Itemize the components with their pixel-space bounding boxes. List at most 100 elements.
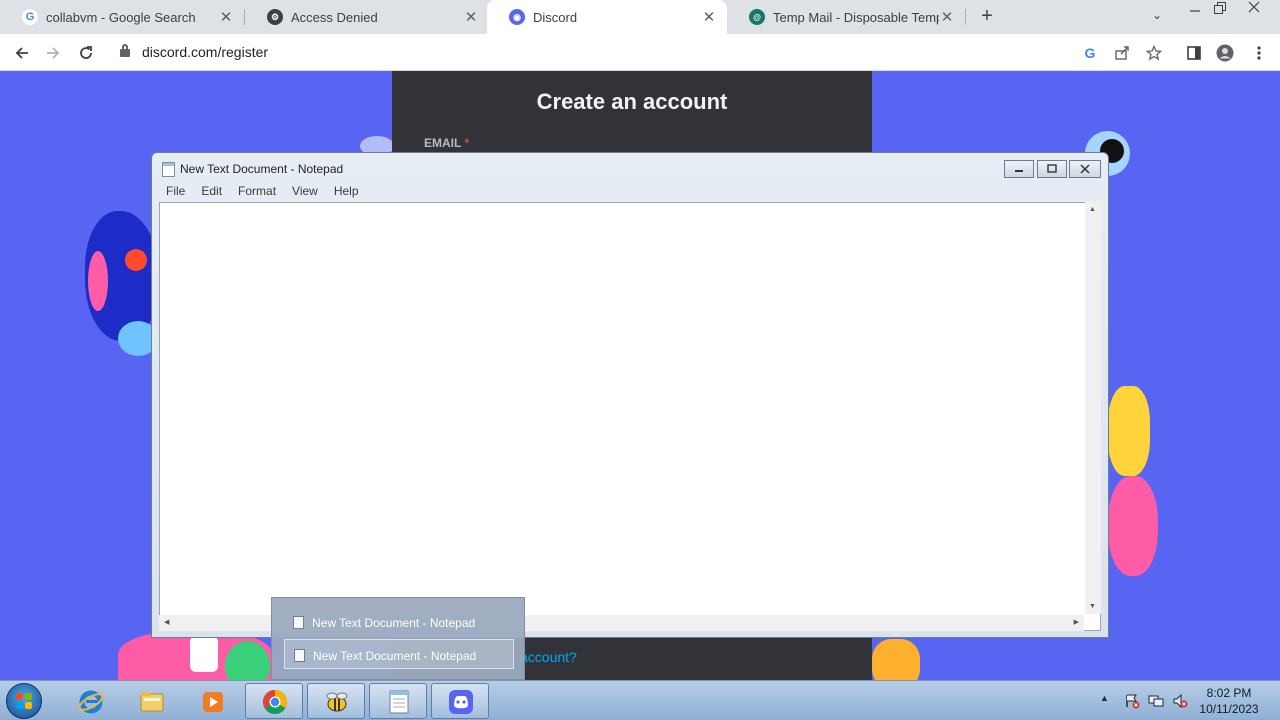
bookmark-star-icon[interactable] [1144, 43, 1164, 63]
menu-file[interactable]: File [158, 182, 193, 202]
close-tab-icon[interactable]: ✕ [218, 8, 234, 26]
close-tab-icon[interactable]: ✕ [939, 8, 955, 26]
clock-time: 8:02 PM [1206, 686, 1252, 700]
notepad-text-area[interactable] [159, 202, 1101, 631]
tab-search-button[interactable]: ⌄ [1152, 8, 1162, 22]
tab-temp-mail[interactable]: @ Temp Mail - Disposable Tempora ✕ [727, 0, 965, 34]
discord-icon: ◉ [509, 9, 525, 25]
maximize-icon [1047, 164, 1057, 173]
tab-discord[interactable]: ◉ Discord ✕ [487, 0, 727, 34]
taskbar-window-list: New Text Document - Notepad New Text Doc… [271, 597, 525, 680]
window-restore-button[interactable] [1209, 1, 1231, 17]
browser-toolbar: discord.com/register G [0, 34, 1280, 71]
chrome-icon [262, 690, 288, 715]
lock-icon[interactable] [120, 44, 130, 57]
discord-icon [449, 690, 473, 714]
taskbar-clock[interactable]: 8:02 PM 10/11/2023 [1190, 685, 1268, 717]
notepad-minimize-button[interactable] [1004, 160, 1034, 178]
clock-date: 10/11/2023 [1199, 702, 1259, 716]
access-denied-icon: ⚙ [267, 9, 283, 25]
notepad-maximize-button[interactable] [1037, 160, 1067, 178]
left-illustration-accent [88, 251, 108, 311]
tab-title: Access Denied [291, 9, 378, 25]
email-label: EMAIL * [424, 136, 469, 150]
reload-button[interactable] [73, 40, 99, 66]
notepad-menu-bar: File Edit Format View Help [158, 182, 367, 202]
tab-title: Temp Mail - Disposable Tempora [773, 9, 939, 25]
notepad-icon [162, 162, 175, 177]
bottom-left-illustration-face [190, 636, 218, 672]
tab-access-denied[interactable]: ⚙ Access Denied ✕ [245, 0, 489, 34]
page-title: Create an account [536, 89, 728, 114]
forward-button[interactable] [40, 40, 66, 66]
tab-collabvm-search[interactable]: G collabvm - Google Search ✕ [0, 0, 244, 34]
taskbar-chrome[interactable] [245, 683, 303, 719]
menu-help[interactable]: Help [326, 182, 367, 202]
notepad-titlebar[interactable]: New Text Document - Notepad [152, 153, 1108, 183]
notepad-title: New Text Document - Notepad [180, 162, 344, 176]
notepad-icon [389, 690, 409, 714]
side-panel-icon[interactable] [1184, 43, 1204, 63]
window-list-label: New Text Document - Notepad [313, 649, 477, 663]
taskbar-file-explorer[interactable] [122, 683, 180, 719]
share-icon[interactable] [1112, 43, 1132, 63]
menu-view[interactable]: View [284, 182, 326, 202]
url-text[interactable]: discord.com/register [142, 44, 268, 60]
required-mark: * [464, 136, 470, 150]
notepad-close-button[interactable] [1069, 160, 1101, 178]
file-explorer-icon [140, 692, 164, 712]
close-tab-icon[interactable]: ✕ [463, 8, 479, 26]
windows-taskbar: ▲ [0, 680, 1280, 720]
notepad-icon [294, 649, 305, 662]
notepad-window: New Text Document - Notepad File Edit Fo… [151, 152, 1109, 638]
menu-icon[interactable] [1249, 43, 1269, 63]
minimize-icon [1015, 170, 1023, 172]
tab-title: collabvm - Google Search [46, 9, 196, 25]
notepad-icon [293, 616, 304, 629]
media-player-icon [203, 692, 223, 712]
google-icon: G [22, 9, 38, 25]
action-center-icon[interactable] [1124, 693, 1140, 712]
address-bar[interactable]: discord.com/register [108, 38, 1172, 67]
network-icon[interactable] [1148, 693, 1164, 712]
temp-mail-icon: @ [749, 9, 765, 25]
volume-muted-icon[interactable] [1172, 693, 1188, 712]
back-arrow-icon [15, 47, 28, 59]
email-label-text: EMAIL [424, 136, 462, 150]
google-lens-icon[interactable]: G [1080, 43, 1100, 63]
window-close-button[interactable] [1243, 1, 1265, 17]
close-icon [1248, 1, 1260, 13]
menu-format[interactable]: Format [230, 182, 284, 202]
login-link[interactable]: account? [520, 649, 577, 665]
window-list-item-selected[interactable]: New Text Document - Notepad [284, 639, 514, 669]
minimize-icon [1190, 10, 1200, 12]
menu-edit[interactable]: Edit [193, 182, 230, 202]
left-illustration-face [125, 249, 147, 271]
right-illustration-pink [1108, 476, 1158, 576]
windows-logo-icon [16, 693, 32, 709]
window-minimize-button[interactable] [1184, 1, 1206, 17]
bottom-right-illustration [872, 639, 920, 680]
show-hidden-icons-button[interactable]: ▲ [1100, 693, 1109, 703]
tab-title: Discord [533, 9, 578, 25]
internet-explorer-icon [78, 690, 104, 714]
taskbar-notepad[interactable] [369, 683, 427, 719]
close-tab-icon[interactable]: ✕ [701, 8, 717, 26]
reload-icon [80, 46, 92, 59]
window-list-label: New Text Document - Notepad [312, 616, 476, 630]
back-button[interactable] [9, 40, 35, 66]
taskbar-internet-explorer[interactable] [61, 683, 119, 719]
taskbar-media-player[interactable] [183, 683, 241, 719]
forward-arrow-icon [47, 47, 60, 59]
new-tab-button[interactable]: + [976, 4, 998, 28]
start-button[interactable] [6, 683, 42, 719]
taskbar-bee-app[interactable] [307, 683, 365, 719]
profile-icon[interactable] [1215, 43, 1235, 63]
browser-tab-strip: G collabvm - Google Search ✕ ⚙ Access De… [0, 0, 1280, 34]
restore-icon [1214, 2, 1226, 14]
tab-separator [965, 9, 966, 25]
taskbar-discord[interactable] [431, 683, 489, 719]
close-icon [1080, 164, 1090, 174]
window-list-item[interactable]: New Text Document - Notepad [284, 607, 514, 637]
bee-app-icon [326, 692, 348, 712]
